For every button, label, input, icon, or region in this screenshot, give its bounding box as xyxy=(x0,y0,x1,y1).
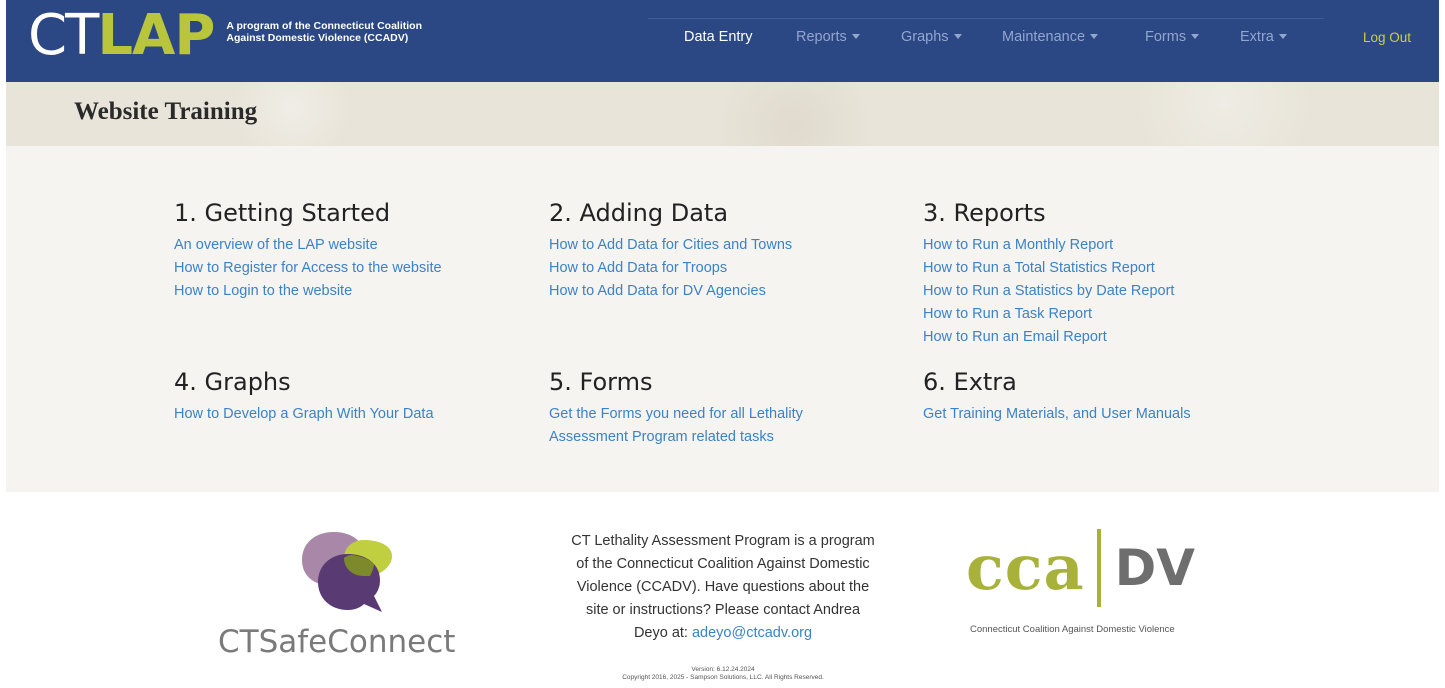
ccadv-logo-cca: cca xyxy=(966,531,1085,604)
nav-data-entry-label: Data Entry xyxy=(684,29,753,45)
footer-contact-line: Deyo at: adeyo@ctcadv.org xyxy=(548,622,898,645)
nav-divider xyxy=(648,18,1324,19)
section-adding-data: 2. Adding Data How to Add Data for Citie… xyxy=(549,198,792,303)
caret-down-icon xyxy=(851,33,860,39)
section-heading: 3. Reports xyxy=(923,199,1046,227)
nav-maintenance[interactable]: Maintenance xyxy=(1002,29,1099,49)
nav-reports-label: Reports xyxy=(796,29,847,45)
copyright-text: Copyright 2016, 2025 - Sampson Solutions… xyxy=(622,674,824,681)
caret-down-icon xyxy=(953,33,962,39)
training-link[interactable]: How to Run a Total Statistics Report xyxy=(923,257,1174,280)
section-heading: 5. Forms xyxy=(549,368,653,396)
footer-line: CT Lethality Assessment Program is a pro… xyxy=(571,533,875,549)
nav-forms-label: Forms xyxy=(1145,29,1187,45)
footer-contact-prefix: Deyo at: xyxy=(633,625,692,641)
section-heading: 1. Getting Started xyxy=(174,199,391,227)
section-extra: 6. Extra Get Training Materials, and Use… xyxy=(923,367,1191,426)
section-forms: 5. Forms Get the Forms you need for all … xyxy=(549,367,803,449)
ccadv-logo-divider xyxy=(1096,529,1101,607)
section-getting-started: 1. Getting Started An overview of the LA… xyxy=(174,198,442,303)
footer-line: of the Connecticut Coalition Against Dom… xyxy=(576,556,870,572)
caret-down-icon xyxy=(1278,33,1287,39)
training-sections: 1. Getting Started An overview of the LA… xyxy=(6,146,1439,492)
nav-reports[interactable]: Reports xyxy=(796,29,860,49)
training-link[interactable]: How to Login to the website xyxy=(174,280,442,303)
ccadv-logo: cca DV xyxy=(966,528,1195,608)
training-link[interactable]: Assessment Program related tasks xyxy=(549,426,803,449)
ctlap-logo[interactable]: CT LAP A program of the Connecticut Coal… xyxy=(28,8,426,68)
footer-description: CT Lethality Assessment Program is a pro… xyxy=(548,530,898,645)
training-link[interactable]: How to Develop a Graph With Your Data xyxy=(174,403,434,426)
training-link[interactable]: How to Add Data for DV Agencies xyxy=(549,280,792,303)
nav-extra[interactable]: Extra xyxy=(1240,29,1287,49)
caret-down-icon xyxy=(1090,33,1099,39)
training-link[interactable]: Get the Forms you need for all Lethality xyxy=(549,403,803,426)
brand-tagline-line2: Against Domestic Violence (CCADV) xyxy=(226,32,409,44)
version-info: Version: 6.12.24.2024 Copyright 2016, 20… xyxy=(548,666,898,682)
training-link[interactable]: How to Run an Email Report xyxy=(923,326,1174,349)
footer-line: site or instructions? Please contact And… xyxy=(585,602,861,618)
logout-link[interactable]: Log Out xyxy=(1363,30,1411,50)
training-link[interactable]: How to Add Data for Troops xyxy=(549,257,792,280)
nav-forms[interactable]: Forms xyxy=(1145,29,1200,49)
ctsafeconnect-wordmark: CTSafeConnect xyxy=(218,624,456,660)
title-band: Website Training xyxy=(6,82,1439,146)
logo-ct: CT xyxy=(28,3,99,68)
footer-line: Violence (CCADV). Have questions about t… xyxy=(576,579,870,595)
nav-graphs[interactable]: Graphs xyxy=(901,29,962,49)
training-link[interactable]: An overview of the LAP website xyxy=(174,234,442,257)
section-heading: 4. Graphs xyxy=(174,368,291,396)
nav-maintenance-label: Maintenance xyxy=(1002,29,1086,45)
training-link[interactable]: How to Register for Access to the websit… xyxy=(174,257,442,280)
contact-email-link[interactable]: adeyo@ctcadv.org xyxy=(692,625,812,641)
training-link[interactable]: How to Run a Task Report xyxy=(923,303,1174,326)
training-link[interactable]: How to Run a Statistics by Date Report xyxy=(923,280,1174,303)
section-graphs: 4. Graphs How to Develop a Graph With Yo… xyxy=(174,367,434,426)
section-heading: 2. Adding Data xyxy=(549,199,729,227)
page-title: Website Training xyxy=(74,98,258,125)
nav-extra-label: Extra xyxy=(1240,29,1274,45)
ccadv-subtitle: Connecticut Coalition Against Domestic V… xyxy=(970,624,1175,635)
training-link[interactable]: Get Training Materials, and User Manuals xyxy=(923,403,1191,426)
nav-data-entry[interactable]: Data Entry xyxy=(684,29,753,49)
training-link[interactable]: How to Run a Monthly Report xyxy=(923,234,1174,257)
section-heading: 6. Extra xyxy=(923,368,1017,396)
brand-tagline-line1: A program of the Connecticut Coalition xyxy=(226,20,422,32)
training-link[interactable]: How to Add Data for Cities and Towns xyxy=(549,234,792,257)
navbar: CT LAP A program of the Connecticut Coal… xyxy=(6,0,1439,82)
ctsafeconnect-logo-icon xyxy=(302,532,392,612)
ccadv-logo-dv: DV xyxy=(1114,539,1195,597)
nav-graphs-label: Graphs xyxy=(901,29,949,45)
section-reports: 3. Reports How to Run a Monthly Report H… xyxy=(923,198,1174,349)
brand-tagline: A program of the Connecticut Coalition A… xyxy=(226,20,426,44)
version-text: Version: 6.12.24.2024 xyxy=(691,666,755,673)
caret-down-icon xyxy=(1191,33,1200,39)
logo-lap: LAP xyxy=(97,3,215,68)
